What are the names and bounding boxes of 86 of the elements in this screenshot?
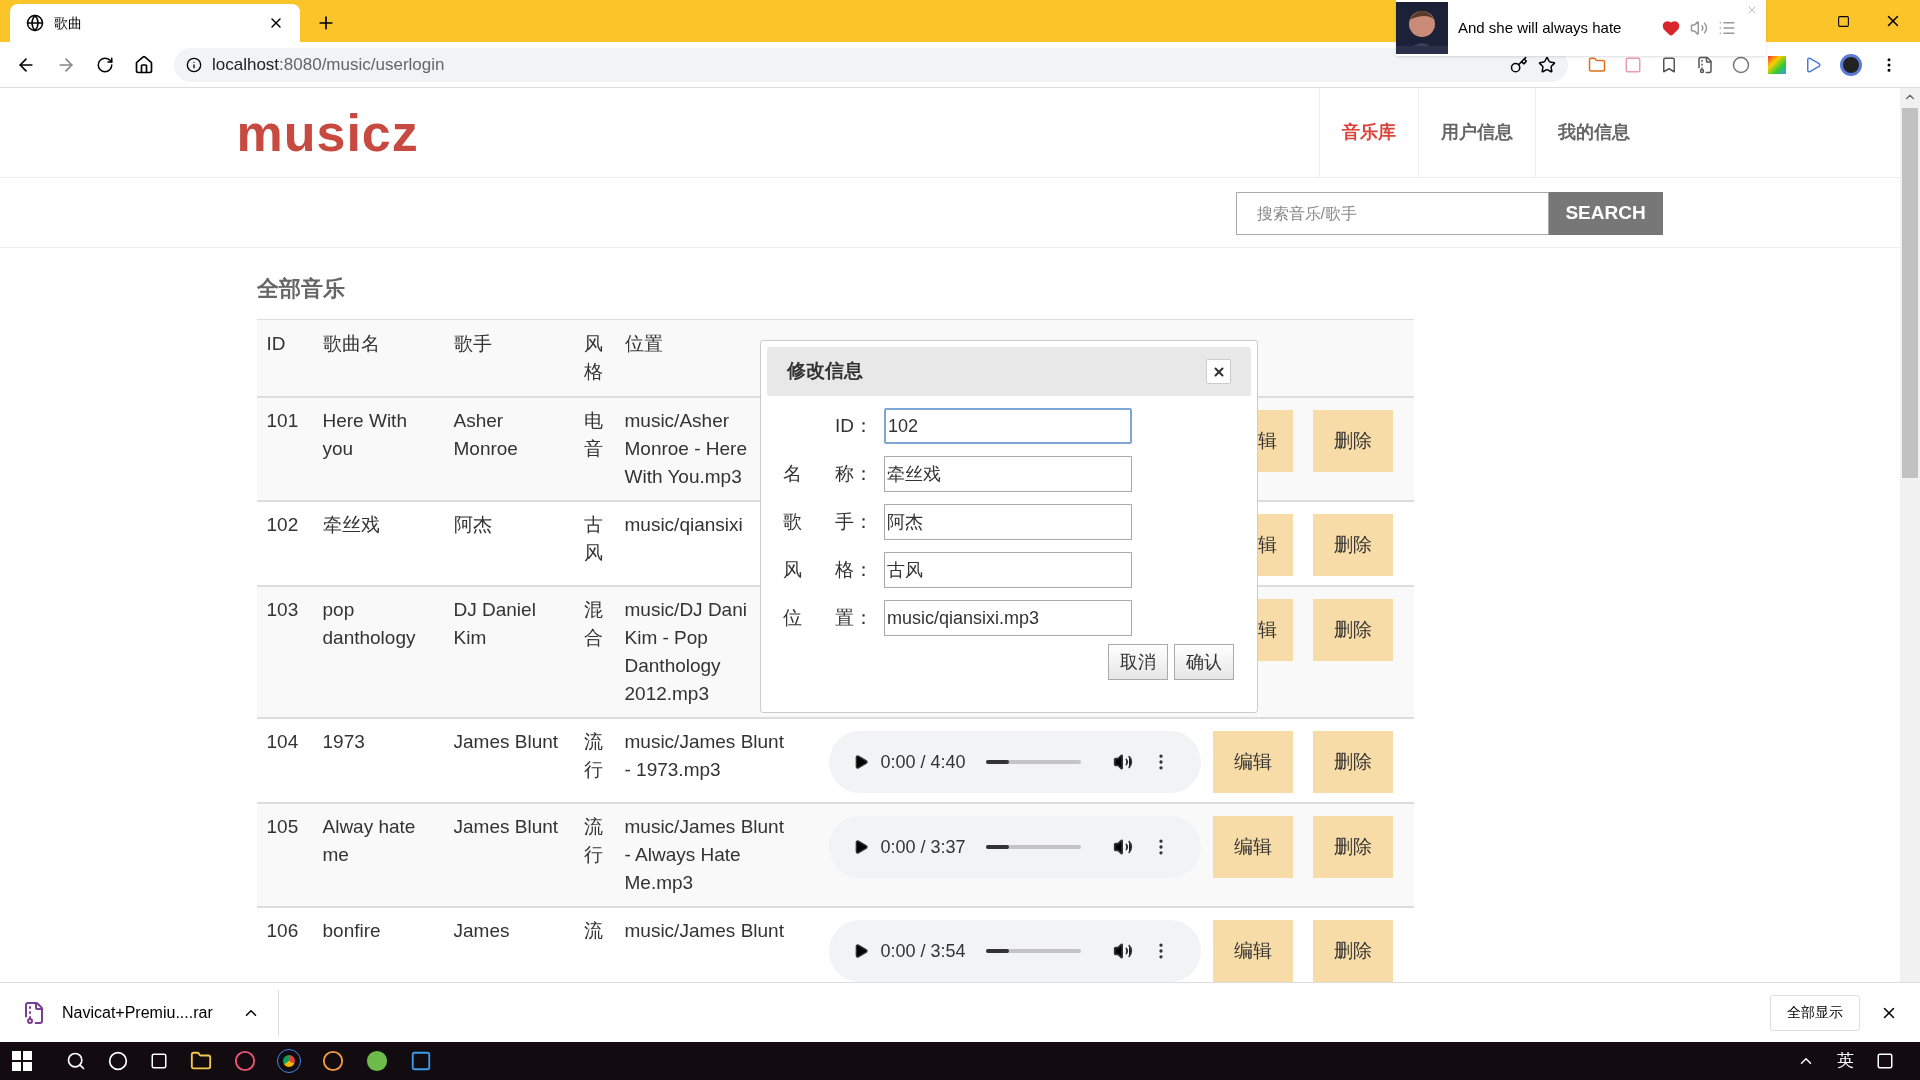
- column-header: 风格: [583, 332, 603, 384]
- table-cell: 103: [266, 599, 299, 620]
- field-label: 名 称：: [781, 461, 873, 486]
- table-cell-text: music/qiansixi: [624, 513, 743, 537]
- delete-button[interactable]: 删除: [1312, 731, 1393, 793]
- table-cell-text: music/Asher: [624, 409, 730, 433]
- nav-link[interactable]: 用户信息: [1417, 88, 1535, 177]
- table-cell: 牵丝戏: [322, 514, 380, 535]
- column-header: 歌曲名: [322, 333, 380, 354]
- show-all-button[interactable]: 全部显示: [1770, 994, 1860, 1031]
- site-logo[interactable]: musicz: [236, 106, 419, 159]
- field-label: ID：: [834, 413, 873, 438]
- table-cell: 106: [266, 920, 299, 941]
- dialog-button[interactable]: 确认: [1174, 644, 1234, 680]
- table-cell-text: 流: [583, 919, 603, 943]
- table-cell-text: - 1973.mp3: [624, 758, 721, 782]
- table-cell: DJ Daniel Kim: [453, 599, 536, 648]
- nav-link[interactable]: 音乐库: [1318, 88, 1418, 177]
- table-cell-text: 流行: [583, 815, 603, 867]
- table-cell: 1973: [322, 731, 365, 752]
- input-field[interactable]: music/qiansixi.mp3: [884, 600, 1132, 636]
- table-cell: Asher Monroe: [453, 410, 518, 459]
- time-text: 0:00 / 4:40: [880, 751, 966, 774]
- table-cell-text: 流行: [583, 730, 603, 782]
- field-label: 歌 手：: [781, 509, 873, 534]
- download-file[interactable]: Navicat+Premiu....rar: [62, 1000, 242, 1025]
- input-field[interactable]: 102: [884, 408, 1132, 444]
- input-field[interactable]: 古风: [884, 552, 1132, 588]
- table-cell-text: Kim - Pop: [624, 626, 708, 650]
- table-cell-text: - Always Hate: [624, 843, 741, 867]
- input-field[interactable]: 阿杰: [884, 504, 1132, 540]
- delete-button[interactable]: 删除: [1312, 920, 1393, 982]
- table-cell-text: 混合: [583, 598, 603, 650]
- media-title: And she will always hate: [1458, 17, 1623, 38]
- dialog-title: 修改信息: [787, 359, 864, 384]
- table-cell: 104: [266, 731, 299, 752]
- input-field[interactable]: 牵丝戏: [884, 456, 1132, 492]
- table-cell-text: Me.mp3: [624, 871, 694, 895]
- column-header: 歌手: [453, 333, 492, 354]
- table-cell: bonfire: [322, 920, 381, 941]
- delete-button[interactable]: 删除: [1312, 514, 1393, 576]
- table-cell: 102: [266, 514, 299, 535]
- edit-button[interactable]: 编辑: [1212, 920, 1293, 982]
- table-cell-text: music/James Blunt: [624, 815, 784, 839]
- edit-button[interactable]: 编辑: [1212, 731, 1293, 793]
- table-cell-text: Monroe - Here: [624, 437, 747, 461]
- search-button[interactable]: SEARCH: [1548, 192, 1663, 235]
- audio-player[interactable]: 0:00 / 3:37: [828, 816, 1201, 878]
- nav-link[interactable]: 我的信息: [1534, 88, 1652, 177]
- audio-player[interactable]: 0:00 / 3:54: [828, 920, 1201, 982]
- delete-button[interactable]: 删除: [1312, 599, 1393, 661]
- table-cell: 阿杰: [453, 514, 492, 535]
- address-bar[interactable]: localhost:8080/music/userlogin: [174, 47, 1568, 82]
- delete-button[interactable]: 删除: [1312, 410, 1393, 472]
- ime-indicator[interactable]: 英: [1837, 1048, 1854, 1074]
- table-cell: James Blunt: [453, 816, 559, 837]
- dialog-button[interactable]: 取消: [1108, 644, 1168, 680]
- table-cell-text: music/James Blunt: [624, 919, 784, 943]
- table-cell-text: 电音: [583, 409, 603, 461]
- table-cell: 101: [266, 410, 299, 431]
- time-text: 0:00 / 3:37: [880, 836, 966, 859]
- browser-tab[interactable]: 歌曲: [10, 4, 300, 42]
- column-header: 位置: [624, 333, 663, 354]
- table-cell-text: With You.mp3: [624, 465, 742, 489]
- table-cell: Here With you: [322, 410, 407, 459]
- edit-button[interactable]: 编辑: [1212, 816, 1293, 878]
- table-cell: 105: [266, 816, 299, 837]
- field-label: 风 格：: [781, 557, 873, 582]
- table-cell-text: 古风: [583, 513, 603, 565]
- table-cell-text: music/DJ Dani: [624, 598, 747, 622]
- table-cell: James Blunt: [453, 731, 559, 752]
- audio-player[interactable]: 0:00 / 4:40: [828, 731, 1201, 793]
- table-cell: James: [453, 920, 510, 941]
- tab-title: 歌曲: [54, 13, 83, 33]
- time-text: 0:00 / 3:54: [880, 940, 966, 963]
- table-cell: pop danthology: [322, 599, 416, 648]
- table-cell-text: 2012.mp3: [624, 682, 709, 706]
- search-field[interactable]: 搜索音乐/歌手: [1235, 192, 1549, 235]
- table-cell-text: Danthology: [624, 654, 721, 678]
- table-cell: Alway hate me: [322, 816, 416, 865]
- url-text: localhost:8080/music/userlogin: [212, 53, 446, 76]
- section-title: 全部音乐: [256, 275, 346, 303]
- delete-button[interactable]: 删除: [1312, 816, 1393, 878]
- field-label: 位 置：: [781, 605, 873, 630]
- table-cell-text: music/James Blunt: [624, 730, 784, 754]
- column-header: ID: [266, 333, 286, 354]
